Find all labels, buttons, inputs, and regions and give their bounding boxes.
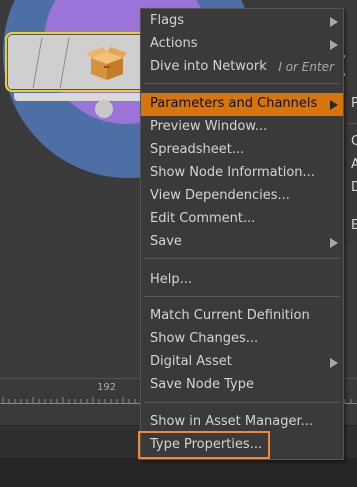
status-bar — [0, 458, 357, 487]
menu-item-parameters-and-channels[interactable]: Parameters and Channels — [141, 93, 343, 116]
menu-item-preview-window[interactable]: Preview Window... — [141, 116, 343, 139]
menu-item-label: Show in Asset Manager... — [150, 414, 314, 429]
node-output-connector[interactable] — [95, 100, 113, 118]
menu-item-help[interactable]: Help... — [141, 269, 343, 292]
submenu-item-label[interactable]: P — [351, 96, 357, 111]
triangle-right-icon — [330, 100, 338, 110]
menu-item-show-changes[interactable]: Show Changes... — [141, 328, 343, 351]
menu-item-flags[interactable]: Flags — [141, 10, 343, 33]
menu-item-label: Dive into Network — [150, 59, 267, 74]
menu-item-digital-asset[interactable]: Digital Asset — [141, 351, 343, 374]
submenu-item-label[interactable]: A — [351, 157, 357, 172]
menu-item-dive-into-network[interactable]: Dive into Network I or Enter — [141, 56, 343, 79]
menu-separator — [144, 296, 340, 297]
menu-item-edit-comment[interactable]: Edit Comment... — [141, 208, 343, 231]
menu-item-view-dependencies[interactable]: View Dependencies... — [141, 185, 343, 208]
type-properties-highlight-outline — [138, 431, 270, 459]
menu-item-label: Show Changes... — [150, 331, 259, 346]
menu-separator — [144, 258, 340, 259]
menu-separator — [144, 83, 340, 84]
menu-item-label: Help... — [150, 272, 193, 287]
menu-item-label: Match Current Definition — [150, 308, 310, 323]
submenu-item-label[interactable]: E — [351, 218, 357, 233]
menu-item-save-node-type[interactable]: Save Node Type — [141, 374, 343, 397]
menu-item-save[interactable]: Save — [141, 231, 343, 254]
menu-item-match-current-definition[interactable]: Match Current Definition — [141, 305, 343, 328]
node-context-menu[interactable]: Flags Actions Dive into Network I or Ent… — [140, 8, 344, 460]
menu-item-label: Spreadsheet... — [150, 142, 245, 157]
menu-item-label: View Dependencies... — [150, 188, 290, 203]
menu-item-actions[interactable]: Actions — [141, 33, 343, 56]
menu-item-spreadsheet[interactable]: Spreadsheet... — [141, 139, 343, 162]
triangle-right-icon — [330, 40, 338, 50]
menu-item-label: Digital Asset — [150, 354, 232, 369]
submenu-item-label[interactable]: C — [351, 134, 357, 149]
menu-item-label: Parameters and Channels — [150, 96, 318, 111]
menu-item-label: Flags — [150, 13, 185, 28]
triangle-right-icon — [330, 238, 338, 248]
timeline-frame-label: 192 — [97, 382, 117, 393]
menu-item-label: Save Node Type — [150, 377, 254, 392]
menu-item-shortcut: I or Enter — [278, 60, 334, 74]
menu-item-show-node-information[interactable]: Show Node Information... — [141, 162, 343, 185]
menu-item-label: Edit Comment... — [150, 211, 256, 226]
menu-item-label: Actions — [150, 36, 198, 51]
node-stripe — [32, 38, 43, 88]
triangle-right-icon — [330, 17, 338, 27]
node-stripe — [59, 38, 70, 88]
menu-item-label: Save — [150, 234, 182, 249]
menu-item-label: Preview Window... — [150, 119, 268, 134]
menu-separator — [144, 402, 340, 403]
parameters-submenu[interactable]: P C A D E — [343, 92, 357, 244]
menu-item-label: Show Node Information... — [150, 165, 315, 180]
cardboard-box-icon — [87, 47, 127, 80]
triangle-right-icon — [330, 358, 338, 368]
submenu-item-label[interactable]: D — [351, 180, 357, 195]
submenu-separator — [348, 123, 357, 124]
